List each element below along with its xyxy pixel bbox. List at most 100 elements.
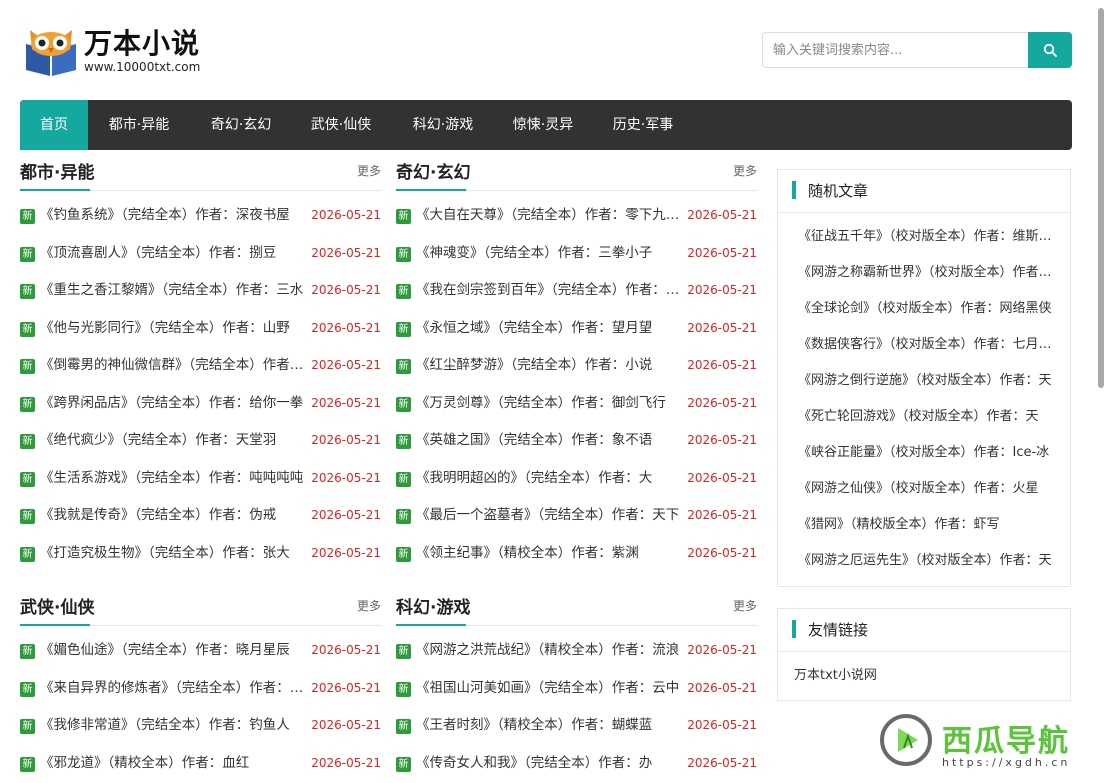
- scrollbar-thumb[interactable]: [1098, 8, 1104, 388]
- item-title[interactable]: 《最后一个盗墓者》（完结全本）作者：天下: [416, 497, 684, 535]
- random-article-link[interactable]: 《死亡轮回游戏》（校对版全本）作者：天: [778, 399, 1070, 435]
- section-header: 都市·异能 更多: [20, 150, 381, 191]
- list-item: 新《重生之香江黎婿》（完结全本）作者：三水 2026-05-21: [20, 272, 381, 310]
- item-date: 2026-05-21: [687, 395, 757, 410]
- page-scrollbar[interactable]: [1097, 4, 1105, 779]
- item-date: 2026-05-21: [311, 358, 381, 372]
- item-title[interactable]: 《钓鱼系统》（完结全本）作者：深夜书屋: [40, 197, 308, 235]
- search-button[interactable]: [1028, 32, 1072, 68]
- random-article-link[interactable]: 《峡谷正能量》（校对版全本）作者：Ice-冰: [778, 435, 1070, 471]
- item-title[interactable]: 《红尘醉梦游》（完结全本）作者：小说: [416, 347, 684, 385]
- item-date: 2026-05-21: [311, 395, 381, 410]
- nav-item-thriller[interactable]: 惊悚·灵异: [498, 100, 588, 150]
- list-item: 新《神魂变》（完结全本）作者：三拳小子 2026-05-21: [396, 235, 757, 273]
- item-date: 2026-05-21: [687, 643, 757, 657]
- search-input[interactable]: [762, 32, 1028, 68]
- item-title[interactable]: 《顶流喜剧人》（完结全本）作者：捌豆: [40, 235, 308, 273]
- random-article-link[interactable]: 《网游之仙侠》（校对版全本）作者：火星: [778, 471, 1070, 507]
- new-badge: 新: [20, 509, 35, 524]
- new-badge: 新: [396, 396, 411, 412]
- list-item: 新《网游之洪荒战纪》（精校全本）作者：流浪 2026-05-21: [396, 632, 757, 670]
- item-title[interactable]: 《我在剑宗签到百年》（完结全本）作者：白菜: [416, 272, 684, 310]
- random-article-link[interactable]: 《全球论剑》（校对版全本）作者：网络黑侠: [778, 291, 1070, 327]
- nav-item-home[interactable]: 首页: [20, 100, 88, 150]
- new-badge: 新: [20, 321, 35, 337]
- item-title[interactable]: 《大自在天尊》（完结全本）作者：零下九十度: [416, 197, 684, 235]
- friend-link[interactable]: 万本txt小说网: [778, 652, 1070, 700]
- item-title[interactable]: 《邪龙道》（精校全本）作者：血红: [40, 745, 308, 783]
- item-title[interactable]: 《我修非常道》（完结全本）作者：钓鱼人: [40, 707, 308, 745]
- nav-item-urban[interactable]: 都市·异能: [94, 100, 184, 150]
- box-accent-bar: [792, 620, 796, 638]
- nav-item-wuxia[interactable]: 武侠·仙侠: [296, 100, 386, 150]
- main-nav: 首页 都市·异能 奇幻·玄幻 武侠·仙侠 科幻·游戏 惊悚·灵异 历史·军事: [20, 100, 1072, 150]
- item-date: 2026-05-21: [311, 718, 381, 732]
- site-name: 万本小说: [84, 27, 201, 60]
- watermark: 西瓜导航 https://xgdh.cn: [878, 712, 1098, 778]
- item-date: 2026-05-21: [311, 755, 381, 770]
- random-article-link[interactable]: 《猎网》（精校版全本）作者：虾写: [778, 507, 1070, 543]
- new-badge: 新: [20, 644, 35, 659]
- list-item: 新《跨界闲品店》（完结全本）作者：给你一拳 2026-05-21: [20, 385, 381, 423]
- list-item: 新《传奇女人和我》（完结全本）作者：办 2026-05-21: [396, 745, 757, 783]
- list-item: 新《万灵剑尊》（完结全本）作者：御剑飞行 2026-05-21: [396, 385, 757, 423]
- item-title[interactable]: 《他与光影同行》（完结全本）作者：山野: [40, 310, 308, 348]
- item-title[interactable]: 《跨界闲品店》（完结全本）作者：给你一拳: [40, 385, 308, 423]
- section-title: 奇幻·玄幻: [396, 163, 471, 183]
- section-underline: [396, 189, 466, 191]
- item-title[interactable]: 《万灵剑尊》（完结全本）作者：御剑飞行: [416, 385, 684, 423]
- watermark-url: https://xgdh.cn: [942, 756, 1071, 769]
- new-badge: 新: [20, 359, 35, 374]
- list-item: 新《钓鱼系统》（完结全本）作者：深夜书屋 2026-05-21: [20, 197, 381, 235]
- item-title[interactable]: 《生活系游戏》（完结全本）作者：吨吨吨吨: [40, 460, 308, 498]
- item-title[interactable]: 《永恒之域》（完结全本）作者：望月望: [416, 310, 684, 348]
- list-item: 新《倒霉男的神仙微信群》（完结全本）作者：小 2026-05-21: [20, 347, 381, 385]
- nav-item-fantasy[interactable]: 奇幻·玄幻: [196, 100, 286, 150]
- list-item: 新《我就是传奇》（完结全本）作者：伪戒 2026-05-21: [20, 497, 381, 535]
- item-title[interactable]: 《传奇女人和我》（完结全本）作者：办: [416, 745, 684, 783]
- more-link[interactable]: 更多: [357, 597, 381, 614]
- new-badge: 新: [20, 209, 35, 224]
- random-article-link[interactable]: 《网游之称霸新世界》（校对版全本）作者：天: [778, 255, 1070, 291]
- new-badge: 新: [396, 681, 411, 697]
- item-title[interactable]: 《祖国山河美如画》（完结全本）作者：云中: [416, 670, 684, 708]
- new-badge: 新: [20, 756, 35, 772]
- site-logo[interactable]: 万本小说 www.10000txt.com: [20, 18, 240, 82]
- item-title[interactable]: 《来自异界的修炼者》（完结全本）作者：佚名: [40, 670, 308, 708]
- list-item: 新《英雄之国》（完结全本）作者：象不语 2026-05-21: [396, 422, 757, 460]
- item-title[interactable]: 《我就是传奇》（完结全本）作者：伪戒: [40, 497, 308, 535]
- box-title: 随机文章: [808, 182, 869, 200]
- section-wuxia: 武侠·仙侠 更多 新《媚色仙途》（完结全本）作者：晓月星辰 2026-05-21 …: [20, 585, 381, 782]
- item-title[interactable]: 《媚色仙途》（完结全本）作者：晓月星辰: [40, 632, 308, 670]
- item-title[interactable]: 《神魂变》（完结全本）作者：三拳小子: [416, 235, 684, 273]
- item-title[interactable]: 《倒霉男的神仙微信群》（完结全本）作者：小: [40, 347, 308, 385]
- nav-item-history[interactable]: 历史·军事: [598, 100, 688, 150]
- list-item: 新《我明明超凶的》（完结全本）作者：大 2026-05-21: [396, 460, 757, 498]
- nav-item-scifi[interactable]: 科幻·游戏: [398, 100, 488, 150]
- new-badge: 新: [396, 434, 411, 449]
- item-title[interactable]: 《领主纪事》（精校全本）作者：紫渊: [416, 535, 684, 573]
- random-article-link[interactable]: 《网游之厄运先生》（校对版全本）作者：天: [778, 543, 1070, 579]
- list-item: 新《媚色仙途》（完结全本）作者：晓月星辰 2026-05-21: [20, 632, 381, 670]
- more-link[interactable]: 更多: [357, 162, 381, 179]
- new-badge: 新: [396, 209, 411, 224]
- item-title[interactable]: 《网游之洪荒战纪》（精校全本）作者：流浪: [416, 632, 684, 670]
- item-title[interactable]: 《英雄之国》（完结全本）作者：象不语: [416, 422, 684, 460]
- item-title[interactable]: 《我明明超凶的》（完结全本）作者：大: [416, 460, 684, 498]
- more-link[interactable]: 更多: [733, 162, 757, 179]
- item-title[interactable]: 《绝代疯少》（完结全本）作者：天堂羽: [40, 422, 308, 460]
- item-title[interactable]: 《王者时刻》（精校全本）作者：蝴蝶蓝: [416, 707, 684, 745]
- section-header: 武侠·仙侠 更多: [20, 585, 381, 626]
- section-underline: [396, 624, 466, 626]
- random-article-link[interactable]: 《数据侠客行》（校对版全本）作者：七月新番: [778, 327, 1070, 363]
- item-title[interactable]: 《重生之香江黎婿》（完结全本）作者：三水: [40, 272, 308, 310]
- random-article-link[interactable]: 《征战五千年》（校对版全本）作者：维斯特洛: [778, 219, 1070, 255]
- item-date: 2026-05-21: [687, 433, 757, 447]
- random-article-link[interactable]: 《网游之倒行逆施》（校对版全本）作者：天: [778, 363, 1070, 399]
- more-link[interactable]: 更多: [733, 597, 757, 614]
- item-title[interactable]: 《打造究极生物》（完结全本）作者：张大: [40, 535, 308, 573]
- section-header: 奇幻·玄幻 更多: [396, 150, 757, 191]
- section-title: 都市·异能: [20, 163, 95, 183]
- list-item: 新《王者时刻》（精校全本）作者：蝴蝶蓝 2026-05-21: [396, 707, 757, 745]
- section-underline: [20, 189, 90, 191]
